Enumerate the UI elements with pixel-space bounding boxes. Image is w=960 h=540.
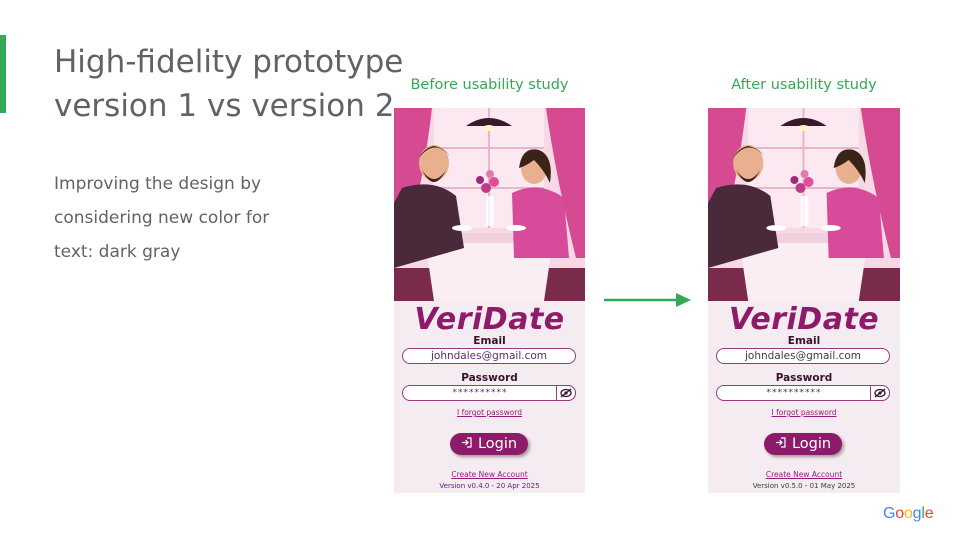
caption-before: Before usability study <box>410 77 569 93</box>
login-label: Login <box>477 436 518 452</box>
subtitle-line-2: considering new color for <box>54 208 270 228</box>
dinner-date-illustration <box>708 108 900 301</box>
password-label: Password <box>461 372 518 384</box>
slide-title: High-fidelity prototype version 1 vs ver… <box>54 40 404 128</box>
create-account-link[interactable]: Create New Account <box>394 470 585 479</box>
subtitle-line-3: text: dark gray <box>54 242 181 262</box>
password-value: ********** <box>452 388 508 398</box>
email-field[interactable]: johndales@gmail.com <box>402 348 576 364</box>
forgot-password-link[interactable]: I forgot password <box>394 408 585 417</box>
caption-after: After usability study <box>731 77 877 93</box>
subtitle-line-1: Improving the design by <box>54 174 262 194</box>
version-text: Version v0.4.0 - 20 Apr 2025 <box>439 482 540 490</box>
email-label: Email <box>473 335 506 347</box>
eye-slash-icon[interactable] <box>870 385 890 401</box>
google-logo: Google <box>883 505 934 522</box>
prototype-after: VeriDate Email johndales@gmail.com Passw… <box>708 108 900 493</box>
brand-logo: VeriDate <box>414 302 565 337</box>
prototype-before: VeriDate Email johndales@gmail.com Passw… <box>394 108 585 493</box>
title-line-2: version 1 vs version 2 <box>54 88 395 124</box>
login-label: Login <box>791 436 832 452</box>
login-arrow-icon <box>461 437 472 451</box>
password-value: ********** <box>766 388 822 398</box>
eye-slash-icon[interactable] <box>556 385 576 401</box>
forgot-password-link[interactable]: I forgot password <box>708 408 900 417</box>
login-button[interactable]: Login <box>764 433 842 455</box>
title-line-1: High-fidelity prototype <box>54 44 404 80</box>
password-label: Password <box>775 372 833 384</box>
login-arrow-icon <box>775 437 786 451</box>
create-account-link[interactable]: Create New Account <box>708 470 900 479</box>
dinner-date-illustration <box>394 108 585 301</box>
version-text: Version v0.5.0 - 01 May 2025 <box>752 482 856 490</box>
password-field[interactable]: ********** <box>402 385 576 401</box>
accent-bar <box>0 35 6 113</box>
slide-subtitle: Improving the design by considering new … <box>54 167 294 269</box>
password-field[interactable]: ********** <box>716 385 890 401</box>
login-button[interactable]: Login <box>450 433 528 455</box>
email-label: Email <box>787 335 821 347</box>
email-field[interactable]: johndales@gmail.com <box>716 348 890 364</box>
right-arrow-icon <box>604 293 691 307</box>
brand-logo: VeriDate <box>728 302 880 337</box>
